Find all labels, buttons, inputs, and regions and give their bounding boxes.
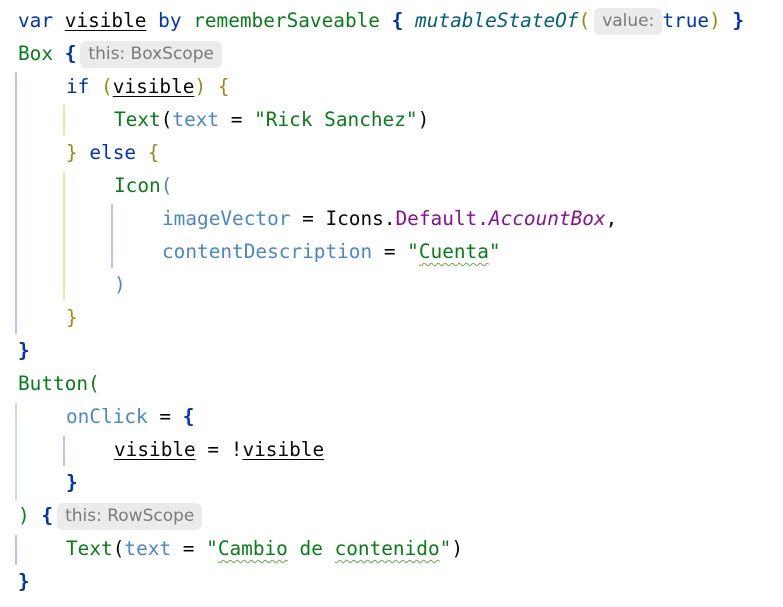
inlay-hint: this: RowScope bbox=[57, 503, 203, 530]
paren: ( bbox=[160, 108, 173, 131]
string-literal: contenido bbox=[334, 537, 440, 560]
string-literal: "Rick Sanchez" bbox=[254, 108, 418, 131]
keyword: if bbox=[66, 75, 90, 98]
code-line-13[interactable]: onClick = { bbox=[66, 400, 194, 433]
paren: ) bbox=[114, 273, 126, 296]
indent-guide bbox=[15, 72, 17, 334]
brace: } bbox=[66, 471, 78, 494]
code-line-18[interactable]: } bbox=[18, 565, 30, 598]
paren: ( bbox=[101, 75, 113, 98]
string-literal: Cambio bbox=[217, 537, 288, 560]
indent-guide bbox=[63, 105, 65, 135]
indent-guide bbox=[111, 204, 113, 268]
code-line-12[interactable]: Button( bbox=[18, 367, 100, 400]
code-line-11[interactable]: } bbox=[18, 334, 30, 367]
brace: } bbox=[66, 306, 78, 329]
brace: } bbox=[18, 339, 30, 362]
property: Default. bbox=[395, 207, 489, 230]
param-name: text bbox=[172, 108, 220, 131]
code-line-7[interactable]: imageVector = Icons.Default.AccountBox, bbox=[162, 202, 617, 235]
code-line-4[interactable]: Text(text = "Rick Sanchez") bbox=[114, 103, 429, 136]
string-literal: Cuenta bbox=[418, 240, 489, 263]
code-line-15[interactable]: } bbox=[66, 466, 78, 499]
inlay-hint: this: BoxScope bbox=[80, 41, 222, 68]
operator: = bbox=[147, 405, 183, 428]
brace: } bbox=[66, 141, 78, 164]
brace: } bbox=[732, 9, 745, 32]
paren: ( bbox=[88, 372, 100, 395]
paren: ) bbox=[194, 75, 207, 98]
paren: ) bbox=[417, 108, 430, 131]
function-call: rememberSaveable bbox=[193, 9, 380, 32]
code-line-9[interactable]: ) bbox=[114, 268, 126, 301]
string-literal: " bbox=[439, 537, 452, 560]
paren: ( bbox=[160, 174, 173, 197]
indent-guide bbox=[15, 403, 17, 500]
brace: { bbox=[217, 75, 230, 98]
brace: } bbox=[18, 570, 30, 593]
property: AccountBox bbox=[488, 207, 606, 230]
variable: visible bbox=[64, 9, 147, 32]
param-name: onClick bbox=[66, 405, 148, 428]
string-literal: " bbox=[488, 240, 501, 263]
code-line-8[interactable]: contentDescription = "Cuenta" bbox=[162, 235, 501, 268]
operator: = bbox=[290, 207, 326, 230]
code-line-14[interactable]: visible = !visible bbox=[114, 433, 324, 466]
object-ref: Icons. bbox=[325, 207, 396, 230]
paren: ( bbox=[578, 9, 591, 32]
string-literal: " bbox=[206, 537, 218, 560]
brace: { bbox=[182, 405, 195, 428]
operator: = bbox=[219, 108, 255, 131]
inlay-hint: value: bbox=[594, 8, 663, 35]
paren: ( bbox=[112, 537, 125, 560]
code-line-2[interactable]: Box {this: BoxScope bbox=[18, 37, 222, 70]
brace: { bbox=[147, 141, 160, 164]
code-line-17[interactable]: Text(text = "Cambio de contenido") bbox=[66, 532, 463, 565]
brace: { bbox=[64, 42, 77, 65]
param-name: imageVector bbox=[162, 207, 291, 230]
variable: visible bbox=[112, 75, 195, 98]
code-editor[interactable]: var visible by rememberSaveable { mutabl… bbox=[0, 0, 783, 607]
indent-guide bbox=[15, 535, 17, 565]
code-line-10[interactable]: } bbox=[66, 301, 78, 334]
code-line-1[interactable]: var visible by rememberSaveable { mutabl… bbox=[18, 4, 744, 37]
keyword: var bbox=[18, 9, 54, 32]
brace: { bbox=[41, 504, 54, 527]
keyword: by bbox=[158, 9, 182, 32]
string-literal: " bbox=[407, 240, 419, 263]
variable: visible bbox=[242, 438, 325, 461]
code-line-5[interactable]: } else { bbox=[66, 136, 159, 169]
code-line-6[interactable]: Icon( bbox=[114, 169, 172, 202]
param-name: contentDescription bbox=[162, 240, 373, 263]
function-call: Text bbox=[66, 537, 113, 560]
brace: { bbox=[391, 9, 404, 32]
function-call: mutableStateOf bbox=[415, 9, 579, 32]
code-line-16[interactable]: ) {this: RowScope bbox=[18, 499, 203, 532]
indent-guide bbox=[63, 436, 65, 466]
function-call: Button bbox=[18, 372, 89, 395]
param-name: text bbox=[124, 537, 172, 560]
operator: = bbox=[372, 240, 408, 263]
paren: ) bbox=[18, 504, 30, 527]
operator: = ! bbox=[195, 438, 243, 461]
string-literal: de bbox=[287, 537, 335, 560]
keyword: else bbox=[89, 141, 137, 164]
variable: visible bbox=[114, 438, 196, 461]
function-call: Box bbox=[18, 42, 54, 65]
operator: = bbox=[171, 537, 207, 560]
comma: , bbox=[605, 207, 618, 230]
function-call: Icon bbox=[114, 174, 161, 197]
function-call: Text bbox=[114, 108, 161, 131]
paren: ) bbox=[709, 9, 721, 32]
indent-guide bbox=[63, 172, 65, 300]
keyword: true bbox=[662, 9, 710, 32]
paren: ) bbox=[451, 537, 464, 560]
code-line-3[interactable]: if (visible) { bbox=[66, 70, 230, 103]
